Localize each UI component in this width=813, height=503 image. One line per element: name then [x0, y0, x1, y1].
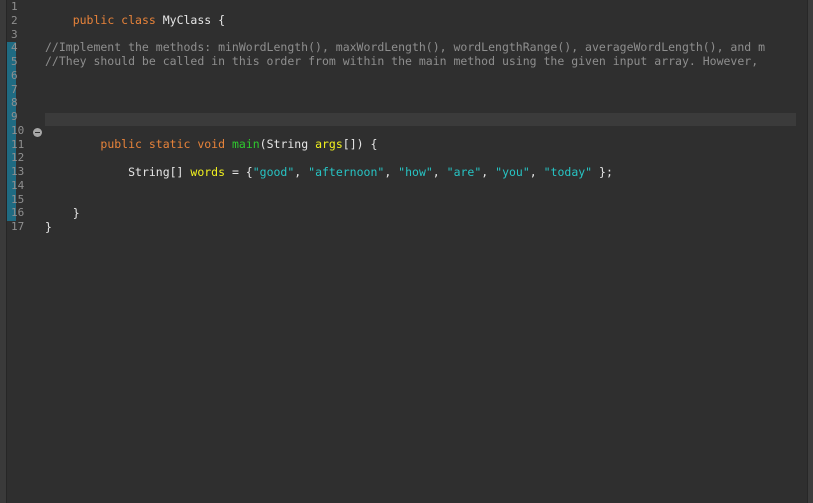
separator: ,	[384, 164, 399, 179]
statement-end: };	[592, 164, 613, 179]
code-editor[interactable]: 1 2 3 4 5 6 7 8 9 10 11 12 13 14 15 16 17 public class M…	[0, 0, 813, 503]
string-literal: "how"	[398, 164, 433, 179]
string-literal: "are"	[446, 164, 482, 179]
code-line-4-comment[interactable]: //Implement the methods: minWordLength()…	[45, 40, 765, 55]
code-line-5-comment[interactable]: //They should be called in this order fr…	[45, 54, 758, 69]
separator: ,	[432, 164, 447, 179]
method-name: main	[231, 136, 260, 151]
param-name: args	[315, 136, 343, 151]
code-line-17[interactable]: }	[45, 220, 52, 235]
line-number: 15	[11, 192, 25, 206]
separator: ,	[294, 164, 309, 179]
line-number: 17	[11, 220, 25, 233]
assign-open: = {	[225, 164, 253, 179]
line-number: 5	[11, 55, 18, 68]
string-literal: "good"	[252, 164, 295, 179]
line-number: 9	[11, 110, 18, 123]
type-name: String[]	[128, 164, 191, 179]
code-line-1[interactable]: public class MyClass {	[45, 0, 225, 27]
variable-name: words	[190, 164, 226, 179]
code-line-12[interactable]: String[] words = {"good", "afternoon", "…	[45, 152, 613, 179]
line-number: 11	[11, 137, 25, 151]
string-list: "good", "afternoon", "how", "are", "you"…	[253, 165, 592, 179]
param-close: []) {	[342, 136, 378, 151]
line-number: 14	[11, 178, 25, 192]
string-literal: "you"	[495, 164, 530, 179]
param-open: (String	[259, 136, 316, 151]
collapse-icon[interactable]	[33, 128, 42, 137]
line-number: 4	[11, 41, 18, 55]
line-number: 1	[11, 0, 18, 13]
keyword: public class	[72, 12, 163, 27]
line-number: 6	[11, 68, 18, 82]
separator: ,	[529, 164, 544, 179]
line-number: 10	[11, 123, 25, 137]
string-literal: "today"	[543, 164, 593, 179]
keyword: public static void	[100, 136, 232, 151]
string-literal: "afternoon"	[308, 164, 385, 179]
line-number: 12	[11, 151, 25, 165]
editor-left-strip	[0, 0, 7, 503]
code-line-16[interactable]: }	[45, 206, 80, 221]
brace: {	[211, 12, 226, 27]
line-number: 3	[11, 27, 18, 41]
separator: ,	[481, 164, 496, 179]
line-number: 2	[11, 13, 18, 27]
code-line-10[interactable]: public static void main(String args[]) {	[45, 124, 377, 151]
line-number: 7	[11, 82, 18, 96]
line-number: 16	[11, 206, 25, 220]
editor-right-edge	[807, 0, 813, 503]
line-number: 8	[11, 96, 18, 110]
class-name: MyClass	[162, 12, 212, 27]
line-number: 13	[11, 165, 25, 178]
